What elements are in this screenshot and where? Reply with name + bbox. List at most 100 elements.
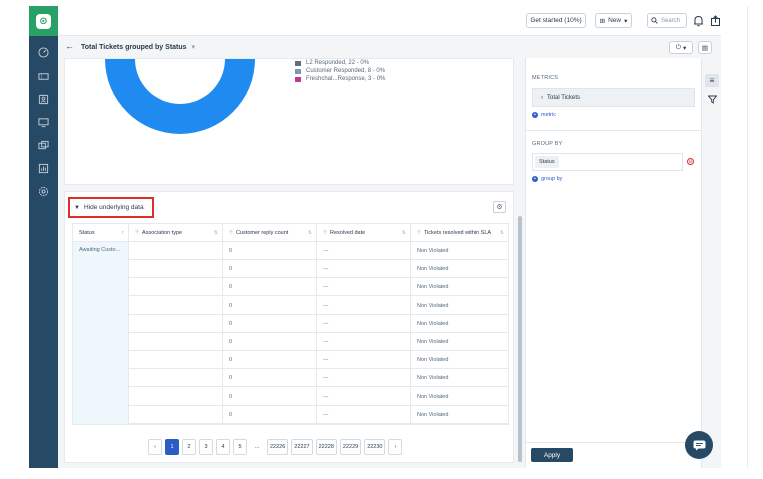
back-arrow-icon[interactable]: ← — [65, 41, 74, 51]
list-view-icon[interactable]: ≡ — [705, 74, 719, 87]
table-row[interactable]: 0 --- Non Violated — [129, 260, 508, 279]
add-metric-label: metric — [541, 112, 556, 118]
report-header: ← Total Tickets grouped by Status ▾ ⏻ ▾ … — [58, 37, 721, 58]
table-cell-reply-count: 0 — [223, 405, 317, 424]
filter-funnel-icon[interactable] — [705, 93, 719, 106]
drag-handle-icon[interactable]: ⠿ — [417, 230, 421, 236]
pagination-page-button[interactable]: 22229 — [339, 439, 362, 455]
column-header-resolved-date[interactable]: ⠿ Resolved date ⇅ — [317, 224, 411, 242]
table-row[interactable]: 0 --- Non Violated — [129, 278, 508, 297]
chat-widget-button[interactable] — [685, 431, 713, 459]
table-cell-sla: Non Violated — [417, 248, 449, 254]
search-icon — [651, 17, 658, 24]
column-header-association-type-label: Association type — [142, 230, 183, 236]
apply-button[interactable]: Apply — [531, 448, 573, 462]
save-icon[interactable]: ▤ — [698, 41, 712, 54]
table-cell-resolved: --- — [317, 369, 411, 388]
pagination-page-button[interactable]: 3 — [199, 439, 213, 455]
drag-handle-icon[interactable]: ⠿ — [135, 230, 139, 236]
table-row[interactable]: 0 --- Non Violated — [129, 369, 508, 388]
legend-entry[interactable]: Freshchat...Response, 3 - 0% — [295, 75, 385, 83]
drag-handle-icon[interactable]: ⠿ — [229, 230, 233, 236]
tickets-icon[interactable] — [37, 70, 50, 82]
reports-icon[interactable] — [37, 162, 50, 174]
pagination-page-button[interactable]: 22228 — [315, 439, 337, 455]
panel-footer-divider — [526, 442, 702, 443]
table-cell-sla: Non Violated — [417, 339, 449, 345]
table-settings-gear-icon[interactable]: ⚙ — [493, 201, 506, 213]
legend-label: L2 Responded, 22 - 0% — [306, 60, 370, 66]
table-row[interactable]: 0 --- Non Violated — [129, 333, 508, 351]
table-cell-sla: Non Violated — [417, 320, 449, 327]
get-started-button[interactable]: Get started (10%) — [526, 13, 586, 28]
search-input[interactable]: Search — [647, 13, 687, 28]
hide-underlying-data-label: Hide underlying data — [83, 204, 144, 211]
column-header-association-type[interactable]: ⠿ Association type ⇅ — [129, 224, 223, 242]
status-value: Awaiting Custo... — [79, 247, 121, 253]
chart-card: L2 Responded, 22 - 0% Customer Responded,… — [64, 58, 514, 185]
contacts-icon[interactable] — [37, 93, 50, 105]
share-export-icon[interactable] — [709, 13, 721, 28]
caret-down-icon: ▼ — [74, 204, 80, 211]
new-plus-icon: ⊞ — [599, 17, 606, 25]
power-menu-button[interactable]: ⏻ ▾ — [669, 41, 693, 54]
table-row[interactable]: 0 --- Non Violated — [129, 351, 508, 370]
table-cell-sla: Non Violated — [417, 302, 449, 309]
sort-icon[interactable]: ⇅ — [402, 230, 406, 236]
sort-icon[interactable]: ⇅ — [214, 230, 218, 236]
column-header-tickets-resolved-within-sla[interactable]: ⠿ Tickets resolved within SLA ⇅ — [411, 224, 508, 242]
table-cell-association — [129, 242, 223, 260]
pagination-page-button[interactable]: 4 — [216, 439, 230, 455]
admin-settings-icon[interactable] — [37, 185, 50, 197]
new-button[interactable]: ⊞ New ▾ — [595, 13, 632, 28]
freshdesk-logo[interactable]: ⊙ — [29, 6, 58, 36]
pagination-page-button[interactable]: 2 — [182, 439, 196, 455]
table-row[interactable]: 0 --- Non Violated — [129, 242, 508, 260]
pagination-page-button[interactable]: 22230 — [364, 439, 386, 455]
page-title[interactable]: Total Tickets grouped by Status ▾ — [81, 43, 195, 51]
pagination-prev-button[interactable]: ‹ — [148, 439, 162, 455]
table-cell-resolved: --- — [317, 351, 411, 370]
table-cell-sla: Non Violated — [417, 393, 449, 400]
pagination-page-button[interactable]: 22227 — [291, 439, 313, 455]
table-row[interactable]: 0 --- Non Violated — [129, 296, 508, 315]
table-cell-association — [129, 369, 223, 388]
group-by-chip[interactable]: Status — [535, 156, 559, 168]
notifications-bell-icon[interactable] — [692, 13, 705, 28]
search-placeholder: Search — [661, 17, 681, 24]
pagination-page-button[interactable]: 5 — [233, 439, 247, 455]
table-row[interactable]: 0 --- Non Violated — [129, 405, 508, 424]
add-metric-link[interactable]: + metric — [532, 112, 556, 118]
group-by-field[interactable]: Status — [532, 153, 683, 171]
sort-icon[interactable]: ⇅ — [308, 230, 312, 236]
table-cell-association — [129, 405, 223, 424]
column-header-status[interactable]: Status ↑ — [73, 224, 129, 242]
sort-up-arrow-icon[interactable]: ↑ — [122, 230, 125, 236]
table-cell-association — [129, 296, 223, 315]
metric-item-label: Total Tickets — [547, 94, 581, 101]
table-row[interactable]: 0 --- Non Violated — [129, 387, 508, 406]
legend-entry[interactable]: Customer Responded, 8 - 0% — [295, 67, 385, 75]
monitor-icon[interactable] — [37, 116, 50, 128]
donut-segment[interactable] — [105, 59, 255, 134]
add-group-by-link[interactable]: + group by — [532, 176, 562, 182]
table-row[interactable]: 0 --- Non Violated — [129, 314, 508, 333]
chevron-down-icon: ▾ — [624, 17, 628, 25]
legend-entry[interactable]: L2 Responded, 22 - 0% — [295, 59, 385, 67]
sort-icon[interactable]: ⇅ — [500, 230, 504, 236]
dashboard-icon[interactable] — [37, 46, 50, 58]
solutions-icon[interactable] — [37, 139, 50, 151]
remove-group-icon[interactable]: ⊖ — [687, 158, 694, 165]
content-scrollbar-thumb[interactable] — [518, 216, 522, 462]
column-header-customer-reply-count[interactable]: ⠿ Customer reply count ⇅ — [223, 224, 317, 242]
pagination-page-button[interactable]: 22226 — [267, 439, 289, 455]
table-cell-reply-count: 0 — [223, 387, 317, 406]
pagination-next-button[interactable]: › — [388, 439, 403, 455]
logo-mark-icon: ⊙ — [36, 13, 51, 29]
hide-underlying-data-button[interactable]: ▼ Hide underlying data — [68, 197, 154, 218]
pagination-page-button[interactable]: 1 — [165, 439, 179, 455]
table-cell-sla: Non Violated — [417, 284, 449, 291]
drag-handle-icon[interactable]: ⠿ — [323, 230, 327, 236]
column-header-customer-reply-count-label: Customer reply count — [236, 230, 289, 236]
metric-item-total-tickets[interactable]: › Total Tickets — [532, 88, 695, 107]
